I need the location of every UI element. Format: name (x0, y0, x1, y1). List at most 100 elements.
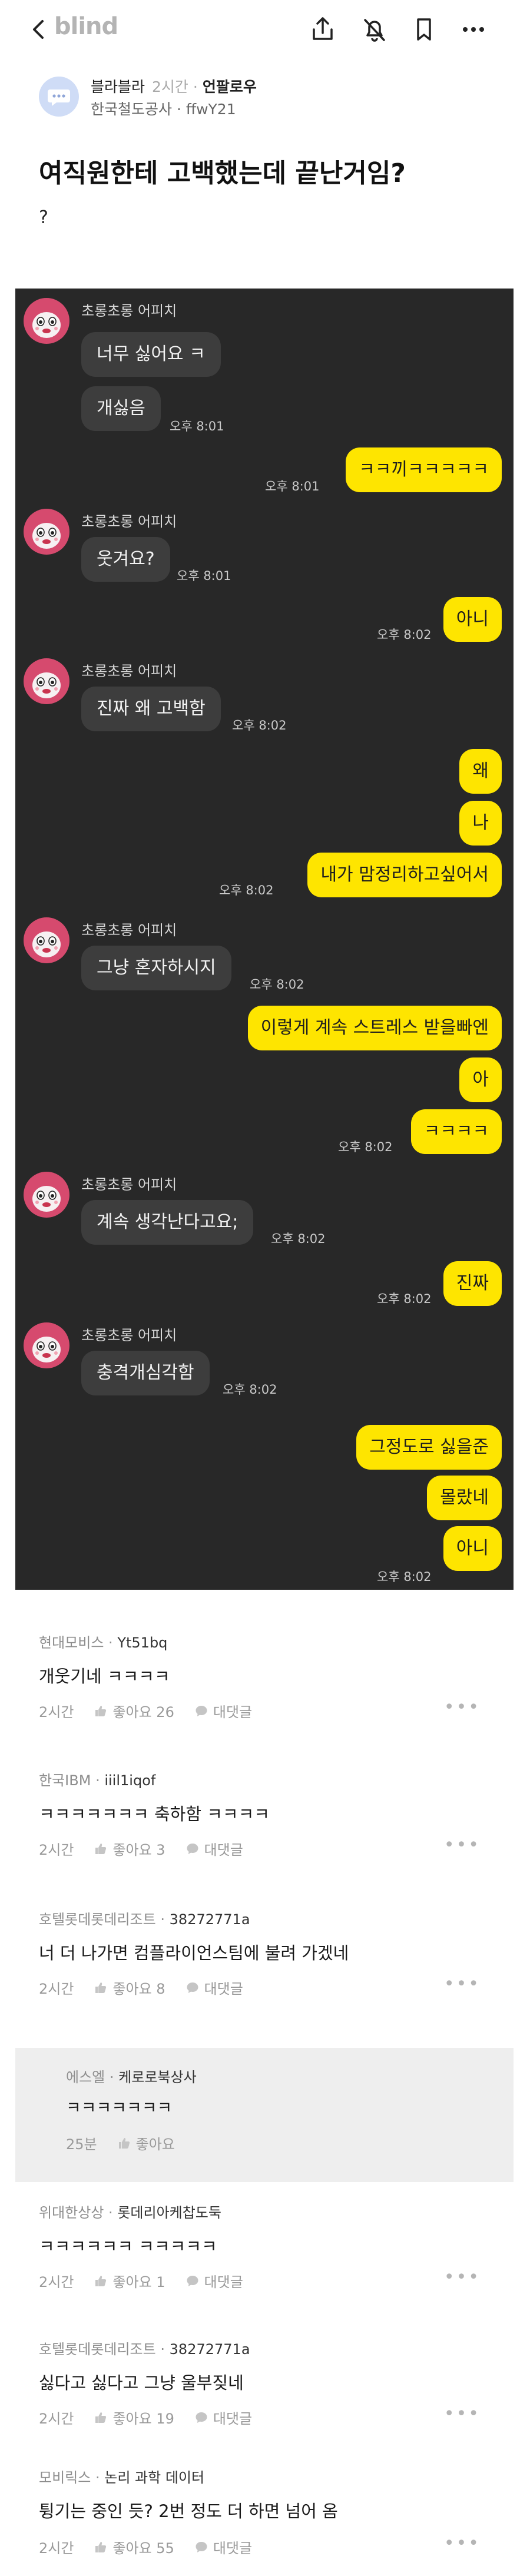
outgoing-message: 이렇게 계속 스트레스 받을빠엔 (247, 1006, 502, 1050)
speech-bubble-icon (196, 1705, 207, 1716)
share-icon[interactable] (309, 15, 337, 44)
thumbs-up-icon (95, 2275, 107, 2286)
comment-company: 한국IBM (39, 1772, 91, 1789)
reply-button[interactable]: 대댓글 (186, 2270, 243, 2291)
comment-author[interactable]: 38272771a (170, 1911, 250, 1928)
outgoing-message: 나 (459, 801, 502, 846)
comment-text: 너 더 나가면 컴플라이언스팀에 불려 가겠네 (39, 1943, 349, 1963)
speech-bubble-icon (196, 2541, 207, 2552)
author-company: 한국철도공사 · ffwY21 (91, 101, 236, 118)
reply-time: 25분 (66, 2136, 97, 2153)
comment-more-icon[interactable]: ••• (444, 2267, 481, 2287)
more-options-icon[interactable] (459, 15, 488, 44)
comment-company: 위대한상상 (39, 2204, 104, 2221)
author-avatar[interactable] (39, 77, 79, 117)
comment-company: 모비릭스 (39, 2469, 91, 2486)
comment-more-icon[interactable]: ••• (444, 1697, 481, 1718)
comment: 모비릭스 · 논리 과학 데이터 튕기는 중인 듯? 2번 정도 더 하면 넘어… (39, 2469, 481, 2557)
comment-time: 2시간 (39, 2540, 74, 2557)
speech-bubble-icon (196, 2412, 207, 2423)
comment: 현대모비스 · Yt51bq 개웃기네 ㅋㅋㅋㅋ 2시간 좋아요 26 대댓글 … (39, 1635, 481, 1721)
mute-bell-icon[interactable] (360, 15, 389, 44)
speech-bubble-icon (187, 1982, 198, 1993)
comment: 호텔롯데롯데리조트 · 38272771a 싫다고 싫다고 그냥 울부짖네 2시… (39, 2341, 481, 2428)
like-button[interactable]: 좋아요 55 (94, 2537, 174, 2557)
comment-author[interactable]: 롯데리아케찹도둑 (117, 2204, 221, 2221)
post-body: ? (39, 207, 48, 228)
incoming-message: 진짜 왜 고백함 (81, 687, 221, 731)
outgoing-message: 진짜 (443, 1261, 502, 1306)
comment-author[interactable]: 38272771a (170, 2341, 250, 2358)
comment-time: 2시간 (39, 1981, 74, 1997)
blind-logo[interactable]: blind (54, 13, 118, 40)
comment-text: 튕기는 중인 듯? 2번 정도 더 하면 넘어 옴 (39, 2501, 338, 2521)
comment-company: 호텔롯데롯데리조트 (39, 2341, 156, 2358)
like-button[interactable]: 좋아요 3 (94, 1838, 165, 1859)
like-count: 좋아요 55 (112, 2540, 174, 2557)
post-title: 여직원한테 고백했는데 끝난거임? (39, 158, 406, 188)
back-arrow-icon[interactable] (27, 18, 51, 41)
outgoing-message: ㅋㅋ끼ㅋㅋㅋㅋㅋ (346, 447, 502, 492)
comment-more-icon[interactable]: ••• (444, 1835, 481, 1855)
message-time: 오후 8:02 (219, 883, 274, 897)
outgoing-message: ㅋㅋㅋㅋ (410, 1109, 502, 1154)
reply-button[interactable]: 대댓글 (186, 1838, 243, 1859)
like-button[interactable]: 좋아요 (117, 2133, 175, 2153)
reply-button[interactable]: 대댓글 (194, 1700, 252, 1721)
like-count: 좋아요 8 (112, 1981, 165, 1997)
comment-time: 2시간 (39, 1842, 74, 1858)
reply-button[interactable]: 대댓글 (194, 2407, 252, 2428)
thumbs-up-icon (95, 2541, 107, 2552)
comment: 위대한상상 · 롯데리아케찹도둑 ㅋㅋㅋㅋㅋㅋ ㅋㅋㅋㅋㅋ 2시간 좋아요 1 … (39, 2204, 481, 2291)
outgoing-message: 아니 (443, 1526, 502, 1571)
sender-avatar (24, 658, 69, 704)
outgoing-message: 왜 (459, 749, 502, 794)
comment: 호텔롯데롯데리조트 · 38272771a 너 더 나가면 컴플라이언스팀에 불… (39, 1911, 481, 1998)
bookmark-icon[interactable] (410, 15, 438, 44)
sender-avatar (24, 509, 69, 555)
message-time: 오후 8:02 (271, 1232, 326, 1246)
comment-time: 2시간 (39, 2274, 74, 2290)
chat-screenshot: 초롱초롱 어피치 너무 싫어요 ㅋ 개싫음 오후 8:01 ㅋㅋ끼ㅋㅋㅋㅋㅋ 오… (15, 289, 514, 1590)
like-button[interactable]: 좋아요 26 (94, 1700, 174, 1721)
message-time: 오후 8:02 (377, 1292, 432, 1306)
comment-more-icon[interactable]: ••• (444, 2533, 481, 2554)
separator-dot: · (193, 78, 198, 95)
comment-text: ㅋㅋㅋㅋㅋㅋ ㅋㅋㅋㅋㅋ (39, 2236, 217, 2256)
message-time: 오후 8:02 (232, 718, 287, 732)
message-time: 오후 8:02 (250, 977, 304, 992)
comment-more-icon[interactable]: ••• (444, 2403, 481, 2424)
sender-name: 초롱초롱 어피치 (81, 922, 177, 939)
outgoing-message: 아니 (443, 597, 502, 642)
incoming-message: 개싫음 (81, 386, 161, 431)
comment-author[interactable]: iiil1iqof (104, 1772, 155, 1789)
comment-author[interactable]: Yt51bq (117, 1635, 167, 1651)
incoming-message: 웃겨요? (81, 537, 170, 582)
reply-text: ㅋㅋㅋㅋㅋㅋㅋ (66, 2098, 173, 2117)
like-count: 좋아요 1 (112, 2274, 165, 2290)
reply-company: 에스엘 (66, 2069, 105, 2086)
reply-button[interactable]: 대댓글 (194, 2537, 252, 2557)
sender-name: 초롱초롱 어피치 (81, 513, 177, 530)
comment: 한국IBM · iiil1iqof ㅋㅋㅋㅋㅋㅋㅋ 축하함 ㅋㅋㅋㅋ 2시간 좋… (39, 1772, 481, 1859)
comment-text: ㅋㅋㅋㅋㅋㅋㅋ 축하함 ㅋㅋㅋㅋ (39, 1804, 270, 1824)
incoming-message: 그냥 혼자하시지 (81, 946, 231, 990)
reply-button[interactable]: 대댓글 (186, 1977, 243, 1998)
outgoing-message: 그정도로 싫을준 (356, 1425, 502, 1470)
like-count: 좋아요 19 (112, 2411, 174, 2427)
speech-bubble-icon (187, 2275, 198, 2286)
comment-text: 싫다고 싫다고 그냥 울부짖네 (39, 2373, 244, 2393)
unfollow-button[interactable]: 언팔로우 (203, 78, 257, 95)
message-time: 오후 8:02 (338, 1140, 393, 1154)
thumbs-up-icon (118, 2137, 130, 2149)
comment-author[interactable]: 논리 과학 데이터 (104, 2469, 204, 2486)
like-count: 좋아요 3 (112, 1842, 165, 1858)
like-button[interactable]: 좋아요 8 (94, 1977, 165, 1998)
sender-avatar (24, 298, 69, 344)
like-button[interactable]: 좋아요 1 (94, 2270, 165, 2291)
like-button[interactable]: 좋아요 19 (94, 2407, 174, 2428)
comment-more-icon[interactable]: ••• (444, 1974, 481, 1994)
comment-time: 2시간 (39, 2411, 74, 2427)
author-name[interactable]: 블라블라 (91, 78, 145, 95)
reply-author[interactable]: 케로로북상사 (118, 2069, 196, 2086)
